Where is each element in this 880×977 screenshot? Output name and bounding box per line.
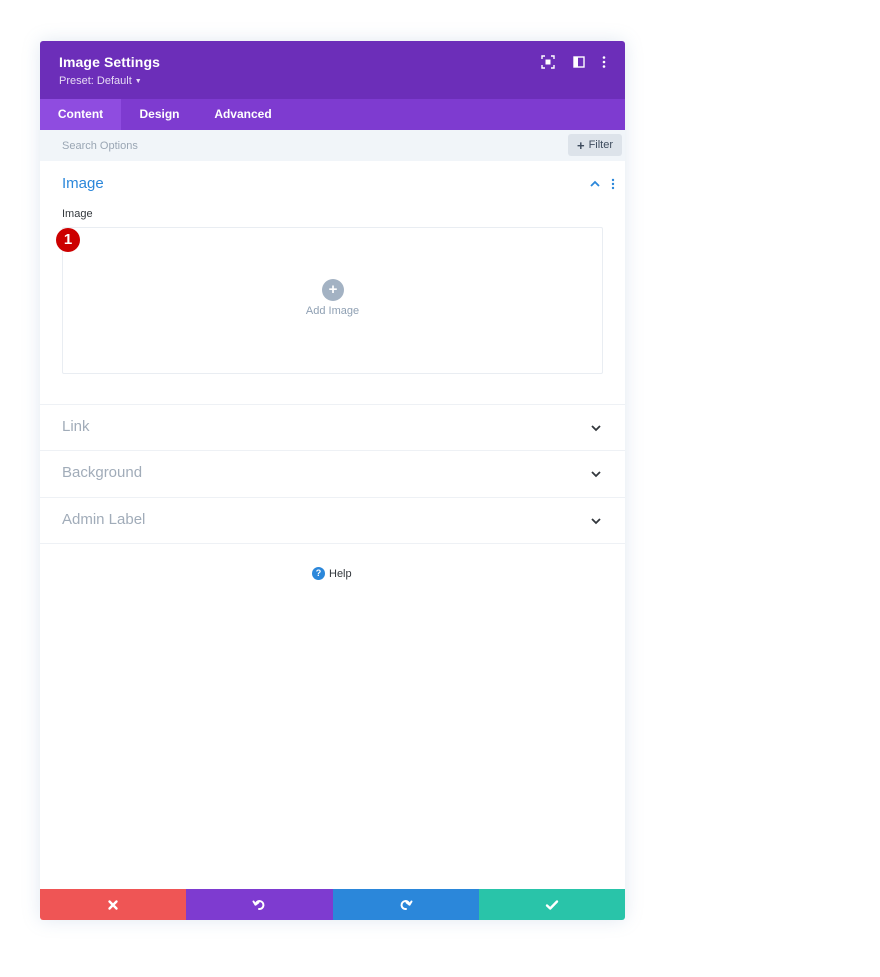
modal-footer xyxy=(40,889,625,920)
split-view-icon[interactable] xyxy=(572,55,586,69)
chevron-down-icon xyxy=(591,425,601,432)
more-options-icon[interactable] xyxy=(597,55,611,69)
image-upload-area[interactable]: + Add Image xyxy=(62,227,603,374)
add-image-icon[interactable]: + xyxy=(322,279,344,301)
redo-icon xyxy=(400,899,413,910)
help-link[interactable]: ? Help xyxy=(312,567,352,580)
chevron-down-icon xyxy=(591,518,601,525)
search-bar: + Filter xyxy=(40,130,625,161)
modal-header: Image Settings Preset: Default ▼ xyxy=(40,41,625,99)
check-icon xyxy=(545,899,559,910)
cancel-button[interactable] xyxy=(40,889,187,920)
plus-icon: + xyxy=(576,137,585,153)
search-input[interactable] xyxy=(62,139,362,153)
undo-button[interactable] xyxy=(186,889,333,920)
section-options-icon[interactable] xyxy=(608,178,618,190)
filter-button[interactable]: + Filter xyxy=(568,134,622,156)
tab-content[interactable]: Content xyxy=(40,99,121,130)
step-badge: 1 xyxy=(56,228,80,252)
redo-button[interactable] xyxy=(332,889,479,920)
toggle-link-label: Link xyxy=(62,418,90,435)
undo-icon xyxy=(252,899,265,910)
preset-label: Preset: Default xyxy=(59,75,132,87)
close-icon xyxy=(108,899,118,910)
preset-selector[interactable]: Preset: Default ▼ xyxy=(59,75,142,87)
modal-title: Image Settings xyxy=(59,54,160,70)
toggle-background-label: Background xyxy=(62,464,143,481)
tab-advanced[interactable]: Advanced xyxy=(198,99,288,130)
caret-down-icon: ▼ xyxy=(134,78,142,85)
toggle-link[interactable]: Link xyxy=(40,404,625,450)
tab-design[interactable]: Design xyxy=(121,99,198,130)
fullscreen-icon[interactable] xyxy=(541,55,555,69)
help-icon: ? xyxy=(312,567,325,580)
image-field-label: Image xyxy=(62,208,93,220)
image-section-title[interactable]: Image xyxy=(62,175,104,192)
add-image-label[interactable]: Add Image xyxy=(63,305,602,317)
toggle-admin-label[interactable]: Admin Label xyxy=(40,497,625,543)
help-label: Help xyxy=(329,567,352,580)
section-divider xyxy=(40,543,625,544)
toggle-background[interactable]: Background xyxy=(40,450,625,496)
tab-bar: Content Design Advanced xyxy=(40,99,625,130)
image-settings-modal: Image Settings Preset: Default ▼ Content… xyxy=(40,41,625,920)
save-button[interactable] xyxy=(478,889,625,920)
chevron-up-icon[interactable] xyxy=(589,179,601,189)
filter-label: Filter xyxy=(588,139,614,151)
chevron-down-icon xyxy=(591,471,601,478)
toggle-admin-label-label: Admin Label xyxy=(62,511,146,528)
